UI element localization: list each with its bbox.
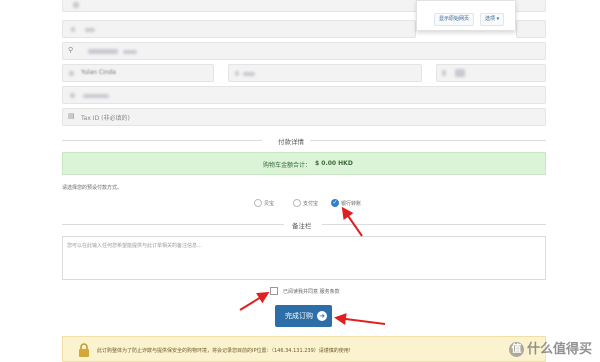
watermark-logo-icon: 值 bbox=[508, 342, 524, 357]
annotation-arrows bbox=[239, 206, 386, 325]
arrow-to-submit-button bbox=[334, 313, 386, 325]
arrow-to-bank-transfer bbox=[341, 206, 363, 237]
watermark-text: 什么值得买 bbox=[526, 342, 592, 357]
site-watermark: 值什么值得买 bbox=[508, 338, 592, 357]
arrow-to-terms-checkbox bbox=[239, 291, 270, 311]
